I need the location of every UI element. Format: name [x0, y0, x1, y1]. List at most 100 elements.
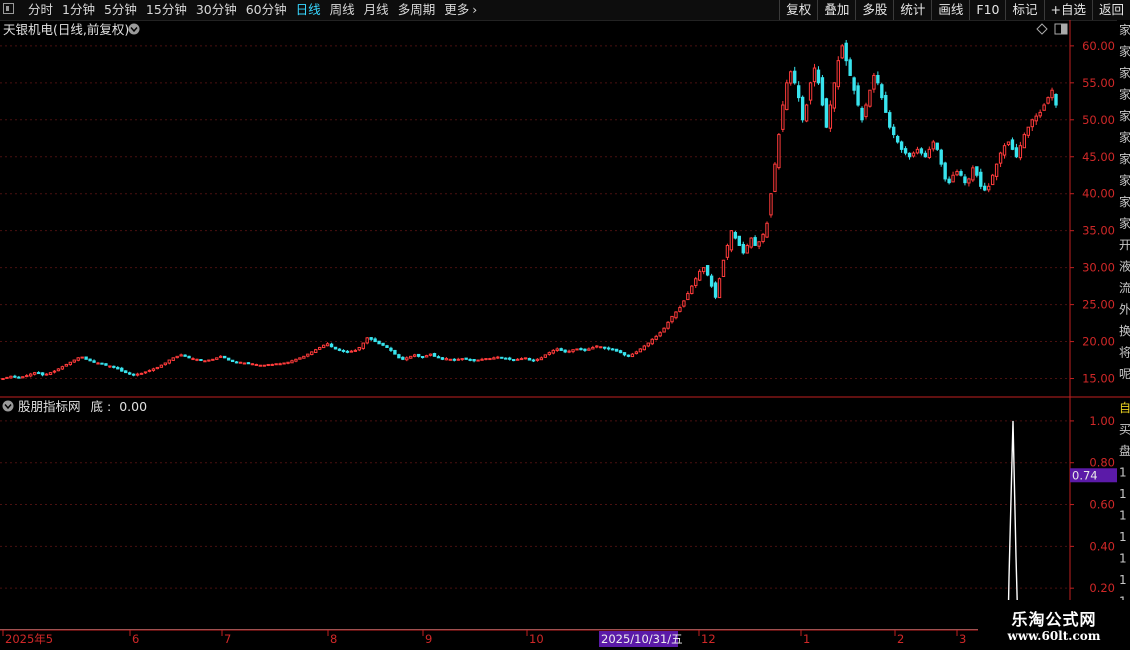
- candle: [508, 356, 512, 361]
- candle: [583, 348, 587, 352]
- candle: [290, 359, 294, 364]
- candle: [1022, 132, 1027, 149]
- candle: [701, 267, 706, 275]
- candle: [757, 241, 761, 250]
- candle: [515, 358, 520, 361]
- candle: [306, 353, 310, 358]
- candle: [626, 354, 631, 358]
- time-axis-label: 10: [529, 632, 544, 646]
- candle: [907, 152, 912, 160]
- indicator-strip-glyph: 1: [1119, 530, 1127, 544]
- candle: [737, 235, 741, 246]
- candle: [496, 355, 500, 360]
- period-tab[interactable]: 5分钟: [104, 0, 137, 20]
- side-strip-glyph: 换: [1119, 324, 1130, 338]
- action-button[interactable]: 画线: [931, 0, 969, 20]
- candle: [131, 373, 136, 377]
- candle: [5, 376, 9, 379]
- period-tab[interactable]: 周线: [330, 0, 355, 20]
- candle: [630, 352, 635, 358]
- period-tab[interactable]: 15分钟: [146, 0, 187, 20]
- indicator-strip-glyph: 买: [1119, 423, 1130, 437]
- candle: [892, 124, 896, 139]
- chevron-right-icon[interactable]: ›: [472, 0, 477, 20]
- action-button[interactable]: 统计: [893, 0, 931, 20]
- candle: [274, 363, 278, 366]
- side-strip-glyph: 家: [1119, 216, 1130, 231]
- indicator-strip-glyph: 1: [1119, 552, 1127, 566]
- indicator-label: 底: [91, 399, 104, 414]
- candle: [975, 166, 979, 178]
- time-axis-label: 7: [224, 632, 231, 646]
- indicator-options-icon[interactable]: [2, 400, 14, 412]
- candle: [531, 358, 536, 363]
- candle: [9, 375, 13, 379]
- candle: [349, 349, 354, 353]
- candle: [246, 362, 251, 365]
- candle: [591, 345, 595, 350]
- candle: [40, 372, 45, 377]
- candle: [868, 89, 872, 108]
- candle: [888, 110, 892, 130]
- candle: [733, 230, 738, 240]
- period-tab[interactable]: 60分钟: [246, 0, 287, 20]
- price-tick-label: 15.00: [1082, 372, 1115, 386]
- candle: [100, 362, 104, 365]
- candle: [381, 342, 385, 347]
- candle: [971, 165, 975, 183]
- candle: [785, 79, 789, 111]
- price-grid: [0, 45, 1070, 380]
- candle: [476, 359, 480, 362]
- candle: [1046, 96, 1050, 105]
- candle: [828, 100, 833, 132]
- period-tab[interactable]: 1分钟: [62, 0, 95, 20]
- candle: [773, 162, 777, 193]
- candle: [955, 169, 959, 177]
- candle: [994, 163, 999, 181]
- action-button[interactable]: 多股: [855, 0, 893, 20]
- stock-chart[interactable]: 60.0055.0050.0045.0040.0035.0030.0025.00…: [0, 20, 1130, 650]
- period-tab[interactable]: 日线: [296, 0, 321, 20]
- candle: [717, 277, 722, 299]
- candle: [519, 357, 524, 361]
- candle: [226, 357, 231, 361]
- candle: [116, 366, 120, 370]
- period-tab[interactable]: 月线: [364, 0, 389, 20]
- candle: [480, 357, 484, 361]
- candle: [468, 358, 472, 362]
- candle: [816, 66, 821, 85]
- window-menu-icon[interactable]: [3, 3, 14, 14]
- side-strip-glyph: 呢: [1119, 367, 1130, 381]
- candle: [80, 356, 84, 359]
- side-strip-glyph: 家: [1119, 173, 1130, 188]
- chart-options-icon[interactable]: [128, 23, 140, 35]
- candle: [642, 344, 646, 351]
- diamond-icon[interactable]: [1036, 23, 1048, 35]
- period-tab[interactable]: 更多: [444, 0, 469, 20]
- period-tab[interactable]: 分时: [28, 0, 53, 20]
- candle: [139, 372, 144, 375]
- candle: [610, 348, 615, 351]
- candle: [318, 346, 322, 350]
- indicator-strip-glyph: 自: [1119, 401, 1130, 415]
- candle: [856, 82, 860, 107]
- action-button[interactable]: F10: [969, 0, 1005, 20]
- action-button[interactable]: +自选: [1043, 0, 1092, 20]
- candle: [998, 151, 1003, 168]
- indicator-tick-label: 1.00: [1089, 414, 1115, 428]
- candle: [674, 311, 678, 320]
- period-tab[interactable]: 30分钟: [196, 0, 237, 20]
- candle: [183, 354, 187, 357]
- candle: [48, 372, 53, 376]
- period-tab[interactable]: 多周期: [398, 0, 436, 20]
- action-button[interactable]: 返回: [1091, 0, 1130, 20]
- candle: [92, 359, 96, 364]
- candle: [492, 356, 496, 360]
- action-button[interactable]: 复权: [779, 0, 817, 20]
- candle: [1050, 87, 1054, 101]
- action-button[interactable]: 标记: [1005, 0, 1043, 20]
- candle: [725, 243, 730, 260]
- action-button[interactable]: 叠加: [817, 0, 855, 20]
- panel-toggle-icon[interactable]: [1054, 23, 1068, 35]
- indicator-line: [0, 420, 1019, 631]
